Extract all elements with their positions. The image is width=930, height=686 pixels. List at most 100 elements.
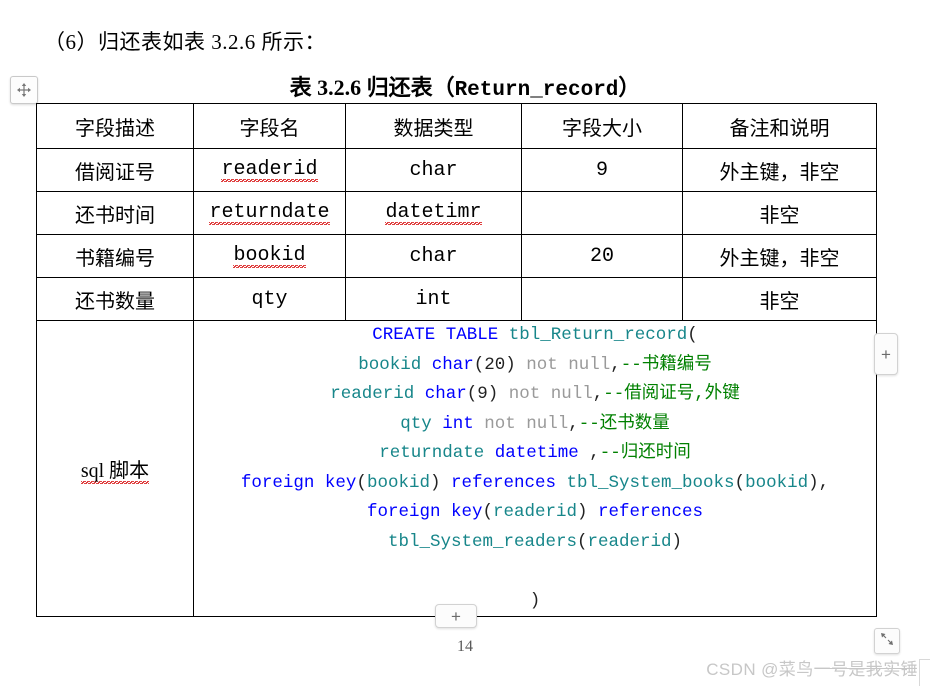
cell-field-size (521, 277, 683, 321)
sql-token: char (424, 384, 467, 404)
cell-field-size: 20 (521, 234, 683, 278)
sql-token: int (442, 413, 474, 434)
sql-token: --借阅证号,外键 (603, 384, 740, 404)
caption-suffix: ） (618, 75, 641, 100)
sql-token: tbl_System_books (566, 472, 735, 493)
sql-line (194, 557, 876, 587)
sql-token: ) (671, 531, 683, 552)
cell-data-type: char (345, 234, 522, 278)
sql-token: tbl_System_readers (387, 531, 577, 552)
cell-field-desc: 借阅证号 (36, 148, 194, 192)
sql-token: , (578, 443, 600, 463)
sql-script-label-text: sql 脚本 (80, 453, 150, 484)
sql-script-label: sql 脚本 (36, 320, 194, 617)
sql-token: , (568, 413, 579, 434)
sql-token: readerid (587, 531, 672, 552)
sql-token: , (592, 384, 604, 404)
return-record-table: 字段描述 字段名 数据类型 字段大小 备注和说明 借阅证号 readerid char 9 外主键… (36, 103, 877, 617)
sql-token: ) (577, 502, 599, 522)
cell-field-name-text: bookid (233, 244, 306, 268)
sql-token: bookid (366, 472, 430, 493)
sql-token: ), (808, 472, 830, 493)
sql-token: , (610, 354, 621, 375)
sql-token: datetime (494, 443, 579, 463)
sql-token: references (450, 472, 556, 493)
column-header: 字段描述 (36, 103, 194, 149)
sql-token: (20) (473, 354, 516, 375)
cell-field-desc: 书籍编号 (36, 234, 194, 278)
cell-field-size (521, 191, 683, 235)
cell-data-type: datetimr (345, 191, 522, 235)
sql-token: ( (482, 502, 493, 522)
sql-token: CREATE TABLE (372, 325, 509, 345)
sql-token: not null (473, 413, 569, 434)
sql-token: bookid (358, 354, 422, 375)
sql-token: char (431, 354, 474, 375)
column-header: 数据类型 (345, 103, 522, 149)
sql-code-block: CREATE TABLE tbl_Return_record(bookid ch… (194, 321, 876, 616)
page-edge-mark (919, 659, 930, 686)
cell-field-name: readerid (193, 148, 346, 192)
sql-line: bookid char(20) not null,--书籍编号 (194, 351, 876, 381)
sql-token: foreign key (240, 472, 357, 493)
cell-field-size: 9 (521, 148, 683, 192)
caption-prefix: 表 3.2.6 归还表（ (289, 75, 455, 100)
sql-line: tbl_System_readers(readerid) (194, 528, 876, 558)
sql-token: ( (576, 531, 588, 552)
intro-paragraph: （6）归还表如表 3.2.6 所示： (44, 30, 326, 54)
sql-token: --归还时间 (599, 443, 691, 463)
sql-token: not null (515, 354, 611, 375)
caption-table-name: Return_record (454, 79, 619, 102)
cell-remark: 非空 (682, 277, 877, 321)
table-row: 借阅证号 readerid char 9 外主键，非空 (36, 148, 877, 192)
cell-data-type: char (345, 148, 522, 192)
column-header: 备注和说明 (682, 103, 877, 149)
cell-field-name-text: returndate (209, 201, 330, 225)
add-column-button[interactable]: + (874, 333, 898, 375)
sql-token: readerid (330, 384, 415, 404)
sql-token: foreign key (366, 502, 483, 522)
sql-line: foreign key(bookid) references tbl_Syste… (194, 469, 876, 499)
cell-field-name: returndate (193, 191, 346, 235)
sql-token: ( (356, 472, 367, 493)
table-row: 还书数量 qty int 非空 (36, 277, 877, 321)
sql-line: qty int not null,--还书数量 (194, 410, 876, 440)
sql-line: ) (194, 587, 876, 617)
cell-field-desc: 还书数量 (36, 277, 194, 321)
sql-token: not null (498, 384, 593, 404)
column-header: 字段大小 (521, 103, 683, 149)
sql-line: foreign key(readerid) references (194, 498, 876, 528)
add-row-button[interactable]: + (435, 604, 477, 628)
sql-token: ( (734, 472, 746, 493)
sql-line: readerid char(9) not null,--借阅证号,外键 (194, 380, 876, 410)
sql-token: ) (529, 590, 541, 611)
sql-token: tbl_Return_record (508, 325, 688, 345)
sql-token: returndate (379, 443, 485, 463)
cell-field-name: bookid (193, 234, 346, 278)
table-caption: 表 3.2.6 归还表（Return_record） (0, 70, 930, 102)
sql-token: references (598, 502, 704, 522)
sql-token: --还书数量 (578, 413, 670, 434)
cell-remark: 外主键，非空 (682, 148, 877, 192)
sql-line: CREATE TABLE tbl_Return_record( (194, 321, 876, 351)
cell-data-type: int (345, 277, 522, 321)
sql-token: bookid (745, 472, 809, 493)
sql-script-row: sql 脚本 CREATE TABLE tbl_Return_record(boo… (36, 320, 877, 617)
cell-field-name-text: readerid (221, 158, 318, 182)
sql-token: ) (429, 472, 451, 493)
page-number: 14 (457, 638, 473, 655)
sql-script-code[interactable]: CREATE TABLE tbl_Return_record(bookid ch… (193, 320, 877, 617)
column-header: 字段名 (193, 103, 346, 149)
cell-field-desc: 还书时间 (36, 191, 194, 235)
sql-token: qty (400, 413, 432, 434)
watermark-strike (816, 668, 916, 669)
sql-line: returndate datetime ,--归还时间 (194, 439, 876, 469)
cell-field-name: qty (193, 277, 346, 321)
cell-remark: 外主键，非空 (682, 234, 877, 278)
sql-token: readerid (492, 502, 577, 522)
